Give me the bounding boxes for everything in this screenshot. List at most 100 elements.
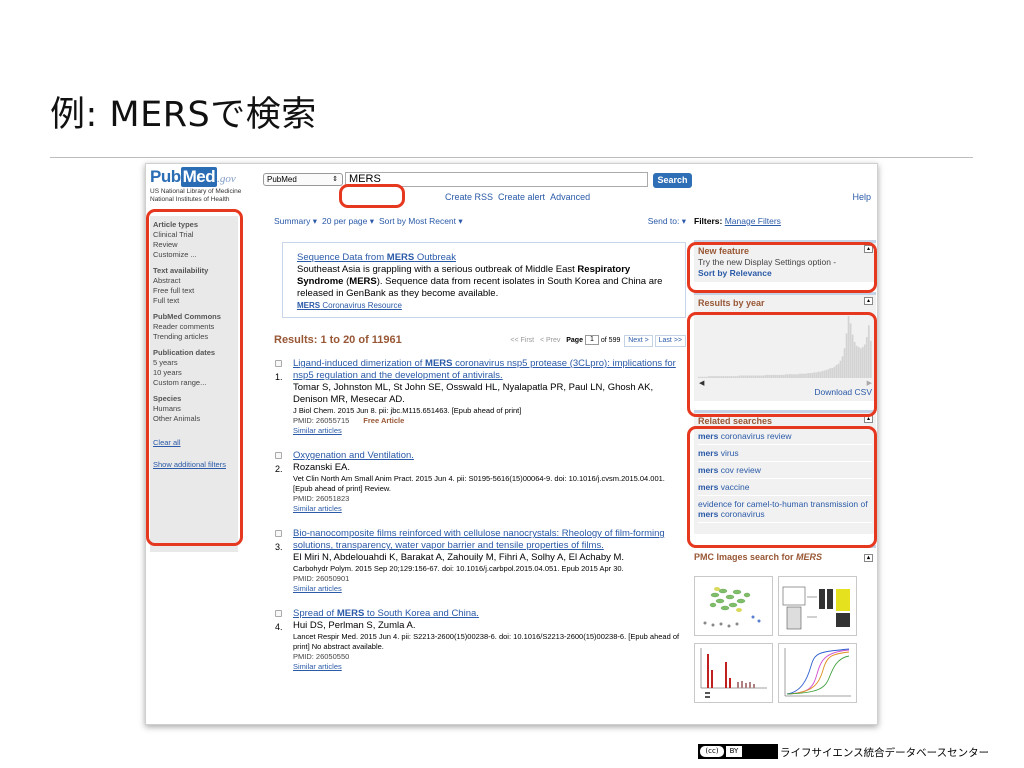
year-bar[interactable]	[849, 323, 852, 378]
year-bar[interactable]	[821, 371, 824, 378]
page-number-input[interactable]: 1	[584, 335, 599, 346]
filter-10-years[interactable]: 10 years	[153, 368, 235, 378]
filter-full-text[interactable]: Full text	[153, 296, 235, 306]
sort-dropdown[interactable]: Sort by Most Recent ▾	[379, 216, 463, 226]
filter-review[interactable]: Review	[153, 240, 235, 250]
year-bar[interactable]	[833, 366, 836, 378]
pubmed-logo[interactable]: Pub Med .gov US National Library of Medici…	[150, 167, 241, 203]
summary-dropdown[interactable]: Summary ▾	[274, 216, 317, 226]
timeline-scroll-right-icon[interactable]: ▶	[867, 379, 872, 387]
year-bar[interactable]	[811, 373, 814, 378]
year-bar[interactable]	[780, 374, 783, 378]
year-bar[interactable]	[803, 373, 805, 378]
year-bar[interactable]	[797, 374, 799, 378]
pmc-thumbnail-histogram[interactable]	[694, 643, 773, 703]
result-title-link[interactable]: Oxygenation and Ventilation.	[293, 450, 686, 462]
year-bar[interactable]	[835, 364, 838, 378]
year-bar[interactable]	[831, 368, 834, 378]
year-bar[interactable]	[869, 340, 872, 378]
year-bar[interactable]	[827, 369, 830, 378]
year-bar[interactable]	[716, 376, 718, 378]
pmc-thumbnail-network[interactable]	[694, 576, 773, 636]
results-by-year-chart[interactable]	[698, 312, 872, 378]
year-bar[interactable]	[837, 363, 840, 378]
filter-other-animals[interactable]: Other Animals	[153, 414, 235, 424]
year-bar[interactable]	[748, 375, 751, 378]
year-bar[interactable]	[867, 325, 870, 378]
filter-reader-comments[interactable]: Reader comments	[153, 322, 235, 332]
year-bar[interactable]	[742, 375, 745, 378]
filter-5-years[interactable]: 5 years	[153, 358, 235, 368]
year-bar[interactable]	[710, 376, 712, 378]
manage-filters-link[interactable]: Manage Filters	[725, 216, 781, 226]
year-bar[interactable]	[698, 376, 700, 378]
pmc-thumbnail-blot[interactable]	[778, 576, 857, 636]
result-title-link[interactable]: Spread of MERS to South Korea and China.	[293, 608, 686, 620]
year-bar[interactable]	[734, 376, 737, 378]
collapse-icon[interactable]: ▴	[864, 297, 873, 305]
result-checkbox[interactable]	[275, 610, 282, 617]
year-bar[interactable]	[730, 376, 733, 378]
year-bar[interactable]	[809, 373, 811, 378]
year-bar[interactable]	[861, 347, 864, 378]
filter-custom-range[interactable]: Custom range...	[153, 378, 235, 388]
timeline-scroll-left-icon[interactable]: ◀	[699, 379, 704, 387]
year-bar[interactable]	[764, 374, 767, 378]
year-bar[interactable]	[736, 376, 739, 378]
year-bar[interactable]	[863, 344, 866, 378]
year-bar[interactable]	[845, 333, 848, 378]
collapse-icon[interactable]: ▴	[864, 554, 873, 562]
year-bar[interactable]	[807, 373, 809, 378]
similar-articles-link[interactable]: Similar articles	[293, 584, 686, 594]
news-title-link[interactable]: Sequence Data from MERS Outbreak	[297, 252, 675, 264]
year-bar[interactable]	[700, 376, 702, 378]
search-button[interactable]: Search	[653, 173, 692, 188]
year-bar[interactable]	[805, 373, 807, 378]
filter-customize[interactable]: Customize ...	[153, 250, 235, 260]
filter-humans[interactable]: Humans	[153, 404, 235, 414]
year-bar[interactable]	[817, 371, 820, 378]
year-bar[interactable]	[760, 375, 763, 378]
similar-articles-link[interactable]: Similar articles	[293, 662, 686, 672]
year-bar[interactable]	[704, 376, 706, 378]
year-bar[interactable]	[772, 374, 775, 378]
year-bar[interactable]	[770, 374, 773, 378]
result-checkbox[interactable]	[275, 530, 282, 537]
pager-next[interactable]: Next >	[624, 335, 653, 347]
year-bar[interactable]	[865, 337, 868, 378]
result-checkbox[interactable]	[275, 360, 282, 367]
year-bar[interactable]	[789, 374, 791, 378]
year-bar[interactable]	[799, 373, 801, 378]
year-bar[interactable]	[740, 375, 743, 378]
result-title-link[interactable]: Bio-nanocomposite films reinforced with …	[293, 528, 686, 552]
year-bar[interactable]	[774, 374, 777, 378]
download-csv-link[interactable]: Download CSV	[814, 387, 872, 397]
create-alert-link[interactable]: Create alert	[498, 192, 545, 202]
send-to-dropdown[interactable]: Send to: ▾	[648, 216, 686, 227]
year-bar[interactable]	[724, 376, 727, 378]
year-bar[interactable]	[823, 370, 826, 378]
year-bar[interactable]	[732, 376, 735, 378]
year-bar[interactable]	[722, 376, 724, 378]
year-bar[interactable]	[714, 376, 716, 378]
year-bar[interactable]	[752, 375, 755, 378]
year-bar[interactable]	[706, 376, 708, 378]
result-title-link[interactable]: Ligand-induced dimerization of MERS coro…	[293, 358, 686, 382]
year-bar[interactable]	[813, 372, 816, 378]
year-bar[interactable]	[782, 374, 785, 378]
year-bar[interactable]	[758, 375, 761, 378]
year-bar[interactable]	[815, 372, 818, 378]
year-bar[interactable]	[726, 376, 729, 378]
year-bar[interactable]	[851, 334, 854, 378]
filter-trending-articles[interactable]: Trending articles	[153, 332, 235, 342]
year-bar[interactable]	[766, 374, 769, 378]
similar-articles-link[interactable]: Similar articles	[293, 504, 686, 514]
advanced-link[interactable]: Advanced	[550, 192, 590, 202]
year-bar[interactable]	[853, 342, 856, 378]
result-checkbox[interactable]	[275, 452, 282, 459]
help-link[interactable]: Help	[852, 192, 871, 202]
year-bar[interactable]	[795, 374, 797, 378]
related-search-item[interactable]: mers vaccine	[698, 479, 872, 496]
filter-free-full-text[interactable]: Free full text	[153, 286, 235, 296]
filter-abstract[interactable]: Abstract	[153, 276, 235, 286]
